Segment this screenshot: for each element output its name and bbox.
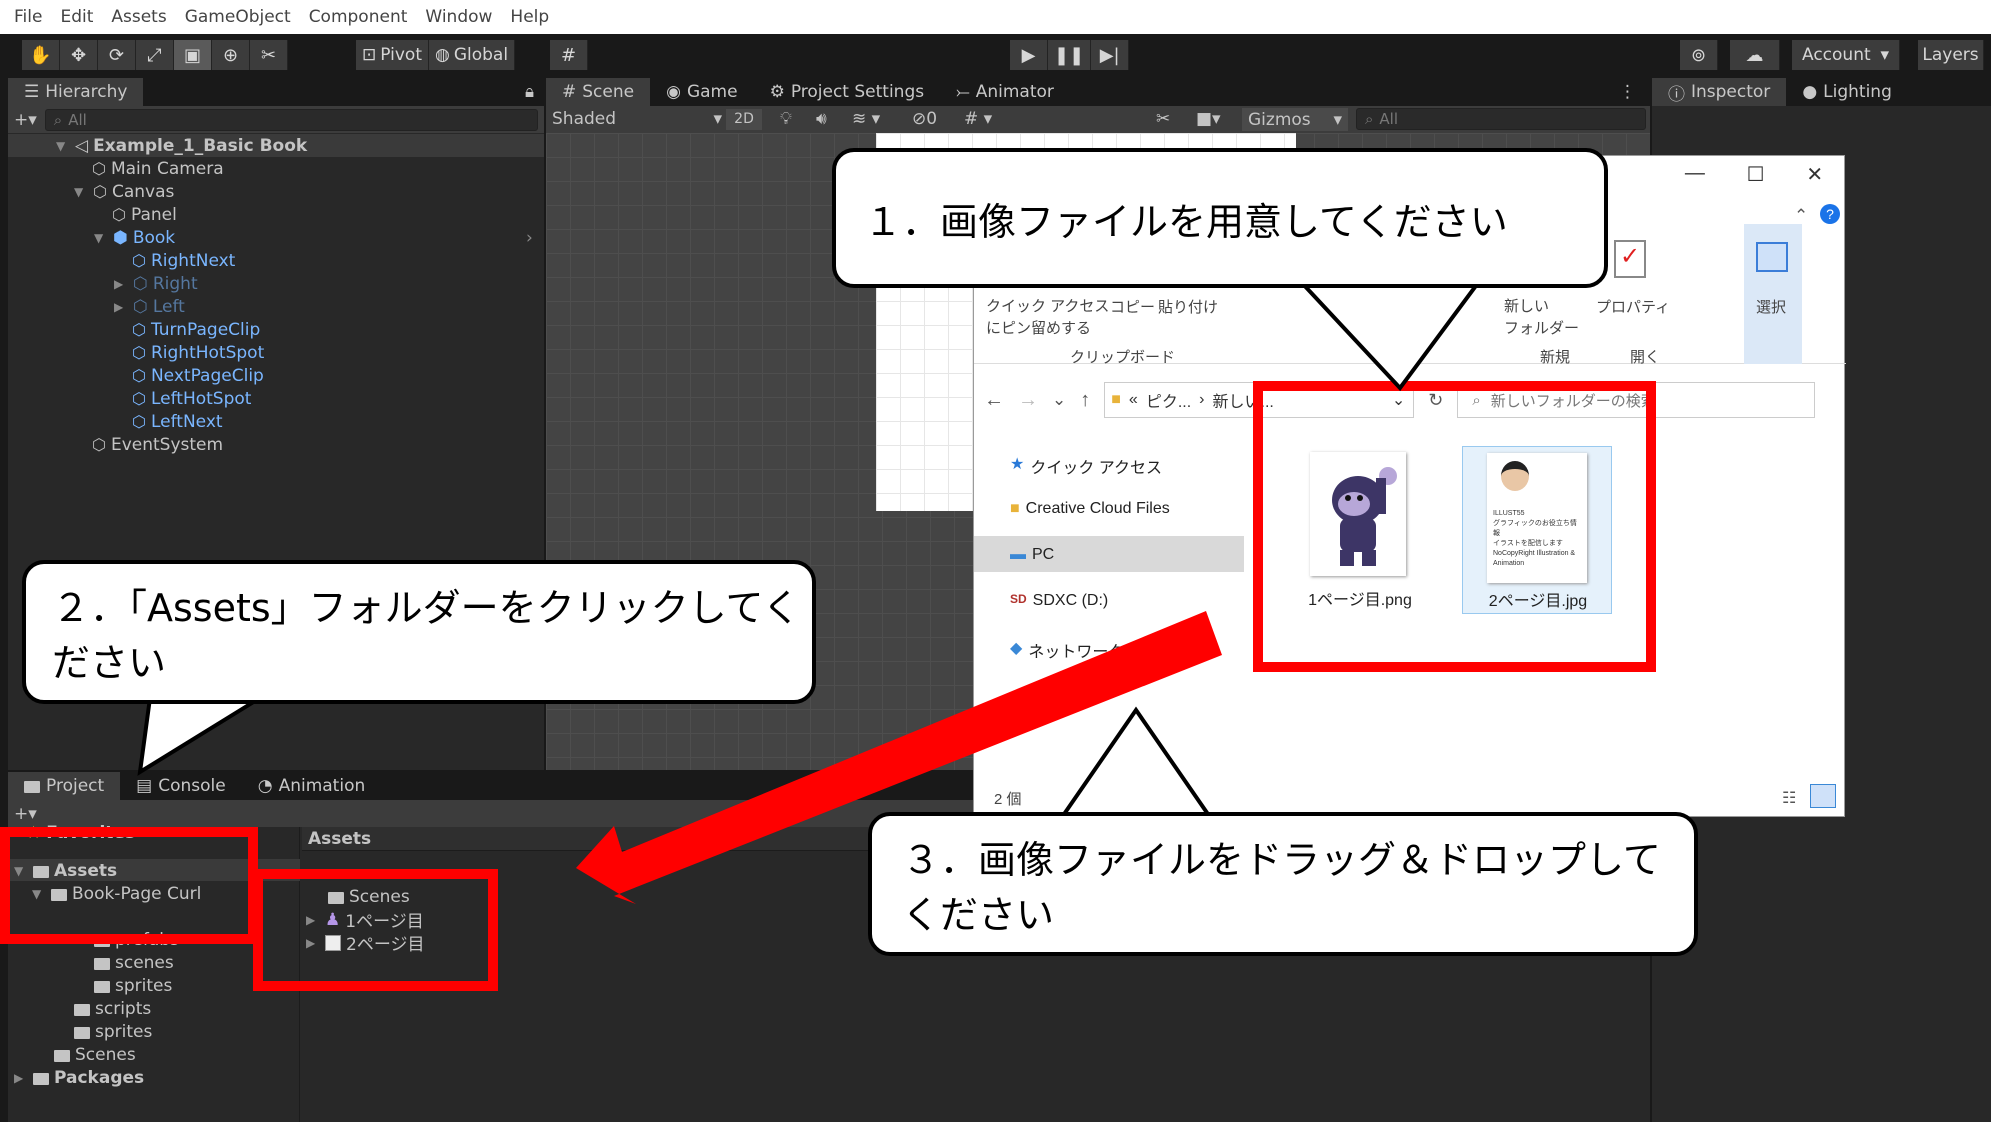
callout-tail-1 bbox=[1297, 281, 1482, 392]
callout-step-3-text: ３．画像ファイルをドラッグ＆ドロップしてください bbox=[902, 838, 1661, 937]
callout-step-3: ３．画像ファイルをドラッグ＆ドロップしてください bbox=[868, 812, 1698, 956]
callout-step-1-text: １．画像ファイルを用意してください bbox=[864, 199, 1508, 244]
callout-tail-2 bbox=[137, 696, 268, 776]
callout-step-2: ２．「Assets」フォルダーをクリックしてください bbox=[22, 560, 816, 704]
callout-step-1: １．画像ファイルを用意してください bbox=[832, 148, 1608, 288]
callout-tail-3 bbox=[1056, 706, 1216, 822]
callout-step-2-text: ２．「Assets」フォルダーをクリックしてください bbox=[52, 586, 801, 685]
